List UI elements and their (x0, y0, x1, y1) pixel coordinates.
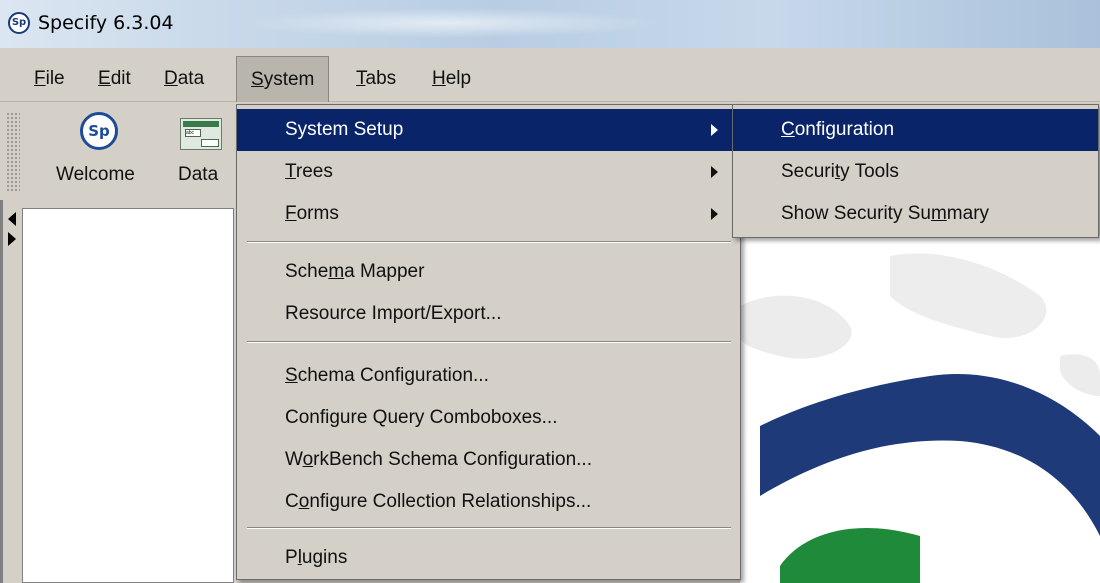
menu-item-workbench-pre: W (285, 449, 303, 470)
menu-item-schema-mapper-mnemonic: m (328, 261, 345, 282)
welcome-button-label: Welcome (56, 164, 135, 185)
welcome-image-area (740, 236, 1100, 583)
map-shape-2 (890, 253, 1047, 338)
toolbar: Sp Welcome abc Data (0, 102, 240, 200)
menu-separator (247, 341, 731, 343)
menu-system-label: ystem (263, 69, 315, 90)
submenu-arrow-icon (711, 124, 718, 136)
data-button-label: Data (178, 164, 219, 185)
menu-file-label: ile (45, 68, 65, 89)
menu-item-workbench-post: rkBench Schema Configuration... (313, 449, 592, 470)
menu-item-plugins-post: ugins (301, 547, 348, 568)
menu-item-collection-rel-mnemonic: o (298, 491, 310, 512)
menu-tabs-mnemonic: T (356, 68, 366, 89)
submenu-item-security-tools-pre: Securi (781, 161, 835, 182)
menu-help[interactable]: Help (418, 56, 485, 102)
menu-item-resource-import-export-label: Resource Import/Export... (285, 303, 502, 324)
logo-green-s (780, 527, 920, 583)
left-pane-border (0, 200, 3, 583)
submenu-item-configuration[interactable]: Configuration (733, 109, 1098, 151)
submenu-arrow-icon (711, 166, 718, 178)
specify-logo-graphic (740, 253, 1100, 583)
app-logo-icon: Sp (8, 12, 30, 34)
expand-right-icon[interactable] (8, 232, 16, 246)
menu-item-resource-import-export[interactable]: Resource Import/Export... (237, 293, 740, 335)
data-icon-bar (183, 121, 219, 127)
submenu-item-summary-post: mary (946, 203, 990, 224)
data-icon-field: abc (185, 129, 201, 137)
menu-item-plugins-pre: P (285, 547, 298, 568)
submenu-item-show-security-summary[interactable]: Show Security Summary (733, 193, 1098, 235)
menu-file-mnemonic: F (34, 68, 46, 89)
submenu-item-summary-mnemonic: m (930, 203, 947, 224)
submenu-item-configuration-mnemonic: C (781, 119, 795, 140)
menu-tabs[interactable]: Tabs (342, 56, 410, 102)
menu-item-forms-mnemonic: F (285, 203, 297, 224)
submenu-item-configuration-post: onfiguration (794, 119, 895, 140)
menu-system[interactable]: System (236, 56, 330, 102)
menu-help-label: elp (445, 68, 472, 89)
submenu-arrow-icon (711, 208, 718, 220)
menu-item-system-setup-label: System Setup (285, 119, 404, 140)
menu-item-workbench-mnemonic: o (302, 449, 314, 470)
title-bar-glow (240, 8, 660, 38)
menu-item-schema-configuration-post: chema Configuration... (297, 365, 489, 386)
menu-item-configure-query-comboboxes-label: Configure Query Comboboxes... (285, 407, 558, 428)
menu-item-configure-query-comboboxes[interactable]: Configure Query Comboboxes... (237, 397, 740, 439)
menu-item-schema-configuration[interactable]: Schema Configuration... (237, 355, 740, 397)
submenu-item-security-tools[interactable]: Security Tools (733, 151, 1098, 193)
menu-item-plugins[interactable]: Plugins (237, 537, 740, 579)
menu-separator (247, 241, 731, 243)
menu-help-mnemonic: H (432, 68, 446, 89)
menu-edit-label: dit (110, 68, 131, 89)
menu-bar: File Edit Data System Tabs Help (0, 56, 1100, 102)
submenu-item-security-tools-post: y Tools (840, 161, 899, 182)
menu-item-workbench-schema-configuration[interactable]: WorkBench Schema Configuration... (237, 439, 740, 481)
menu-item-trees[interactable]: Trees (237, 151, 740, 193)
system-setup-submenu: Configuration Security Tools Show Securi… (732, 104, 1099, 238)
left-pane-content (22, 208, 234, 583)
menu-item-collection-rel-post: nfigure Collection Relationships... (309, 491, 592, 512)
menu-tabs-label: abs (365, 68, 397, 89)
menu-item-system-setup[interactable]: System Setup (237, 109, 740, 151)
menu-item-schema-mapper-pre: Sche (285, 261, 329, 282)
menu-item-forms-label: orms (296, 203, 339, 224)
logo-blue-swoosh (760, 374, 1100, 536)
menu-system-mnemonic: S (251, 69, 264, 90)
menu-file[interactable]: File (20, 56, 79, 102)
menu-item-configure-collection-relationships[interactable]: Configure Collection Relationships... (237, 481, 740, 523)
toolbar-grip-handle[interactable] (6, 112, 20, 192)
menu-item-collection-rel-pre: C (285, 491, 299, 512)
menu-item-trees-mnemonic: T (285, 161, 296, 182)
menu-edit[interactable]: Edit (84, 56, 145, 102)
menu-edit-mnemonic: E (98, 68, 111, 89)
menu-data[interactable]: Data (150, 56, 218, 102)
left-side-pane (0, 200, 240, 583)
menu-item-schema-mapper[interactable]: Schema Mapper (237, 251, 740, 293)
data-icon-field-2 (201, 139, 219, 147)
menu-data-label: ata (177, 68, 205, 89)
menu-item-forms[interactable]: Forms (237, 193, 740, 235)
system-menu-popup: System Setup Trees Forms Schema Mapper R… (236, 104, 741, 580)
menu-data-mnemonic: D (164, 68, 178, 89)
menu-item-schema-configuration-mnemonic: S (285, 365, 298, 386)
submenu-item-summary-pre: Show Security Su (781, 203, 931, 224)
menu-item-schema-mapper-post: a Mapper (344, 261, 425, 282)
specify-sp-icon: Sp (80, 112, 118, 150)
data-form-icon: abc (180, 118, 222, 150)
collapse-left-icon[interactable] (8, 212, 16, 226)
menu-item-trees-label: rees (295, 161, 333, 182)
map-shape-1 (740, 295, 852, 359)
window-title: Specify 6.3.04 (38, 12, 174, 34)
map-shape-3 (1060, 354, 1100, 396)
menu-separator (247, 527, 731, 529)
title-bar: Sp Specify 6.3.04 (0, 0, 1100, 48)
